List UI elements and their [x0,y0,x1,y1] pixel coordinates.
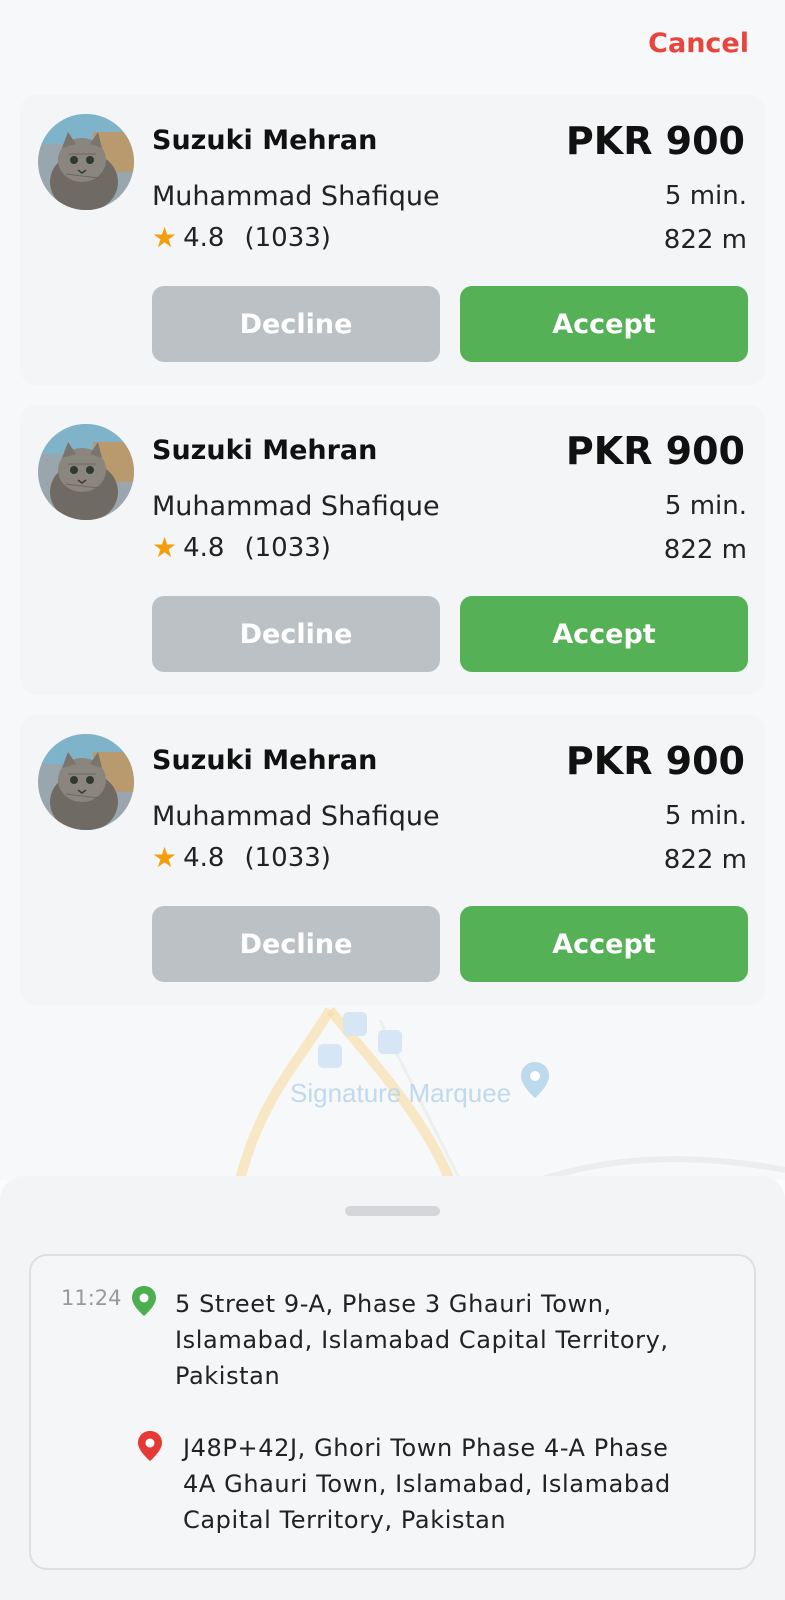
decline-button[interactable]: Decline [152,906,440,982]
decline-button[interactable]: Decline [152,596,440,672]
rating-count: (1033) [244,843,331,873]
pickup-address: 5 Street 9-A, Phase 3 Ghauri Town, Islam… [175,1286,669,1394]
distance-text: 822 m [663,225,747,255]
eta-text: 5 min. [664,181,747,211]
ride-offer-card: Suzuki Mehran PKR 900 Muhammad Shafique … [20,715,765,1005]
car-model: Suzuki Mehran [152,435,378,466]
driver-avatar [38,114,134,210]
drag-handle[interactable] [345,1206,440,1216]
dropoff-address-line: 4A Ghauri Town, Islamabad, Islamabad [183,1470,671,1498]
ride-offer-card: Suzuki Mehran PKR 900 Muhammad Shafique … [20,95,765,385]
star-icon: ★ [152,531,178,564]
fare-price: PKR 900 [565,429,745,473]
car-model: Suzuki Mehran [152,125,378,156]
pickup-time: 11:24 [61,1286,122,1310]
car-model: Suzuki Mehran [152,745,378,776]
eta-text: 5 min. [664,801,747,831]
eta-text: 5 min. [664,491,747,521]
accept-button[interactable]: Accept [460,286,748,362]
rating-count: (1033) [244,533,331,563]
driver-name: Muhammad Shafique [152,801,440,832]
rating-count: (1033) [244,223,331,253]
bottom-sheet: 11:24 5 Street 9-A, Phase 3 Ghauri Town,… [0,1176,785,1600]
rating-value: 4.8 [183,533,225,563]
fare-price: PKR 900 [565,119,745,163]
map-place-label: Signature Marquee [290,1078,512,1108]
star-icon: ★ [152,221,178,254]
driver-avatar [38,734,134,830]
dropoff-address-line: J48P+42J, Ghori Town Phase 4-A Phase [183,1434,669,1462]
star-icon: ★ [152,841,178,874]
driver-avatar [38,424,134,520]
distance-text: 822 m [663,535,747,565]
accept-button[interactable]: Accept [460,596,748,672]
green-location-pin-icon [131,1286,157,1316]
accept-button[interactable]: Accept [460,906,748,982]
decline-button[interactable]: Decline [152,286,440,362]
driver-rating: ★ 4.8 (1033) [152,843,331,873]
ride-offer-card: Suzuki Mehran PKR 900 Muhammad Shafique … [20,405,765,695]
bus-stop-icon [343,1012,367,1036]
distance-text: 822 m [663,845,747,875]
dropoff-address-line: Capital Territory, Pakistan [183,1506,507,1534]
dropoff-address: J48P+42J, Ghori Town Phase 4-A Phase 4A … [183,1430,671,1538]
driver-rating: ★ 4.8 (1033) [152,533,331,563]
driver-name: Muhammad Shafique [152,491,440,522]
pickup-address-line: Islamabad, Islamabad Capital Territory, [175,1326,669,1354]
route-details: 11:24 5 Street 9-A, Phase 3 Ghauri Town,… [29,1254,756,1570]
red-location-pin-icon [137,1431,163,1461]
bus-stop-icon [318,1044,342,1068]
pickup-address-line: 5 Street 9-A, Phase 3 Ghauri Town, [175,1290,612,1318]
bus-stop-icon [378,1030,402,1054]
place-pin-icon [520,1062,550,1098]
fare-price: PKR 900 [565,739,745,783]
rating-value: 4.8 [183,843,225,873]
cancel-button[interactable]: Cancel [648,28,749,59]
driver-rating: ★ 4.8 (1033) [152,223,331,253]
driver-name: Muhammad Shafique [152,181,440,212]
rating-value: 4.8 [183,223,225,253]
pickup-address-line: Pakistan [175,1362,281,1390]
